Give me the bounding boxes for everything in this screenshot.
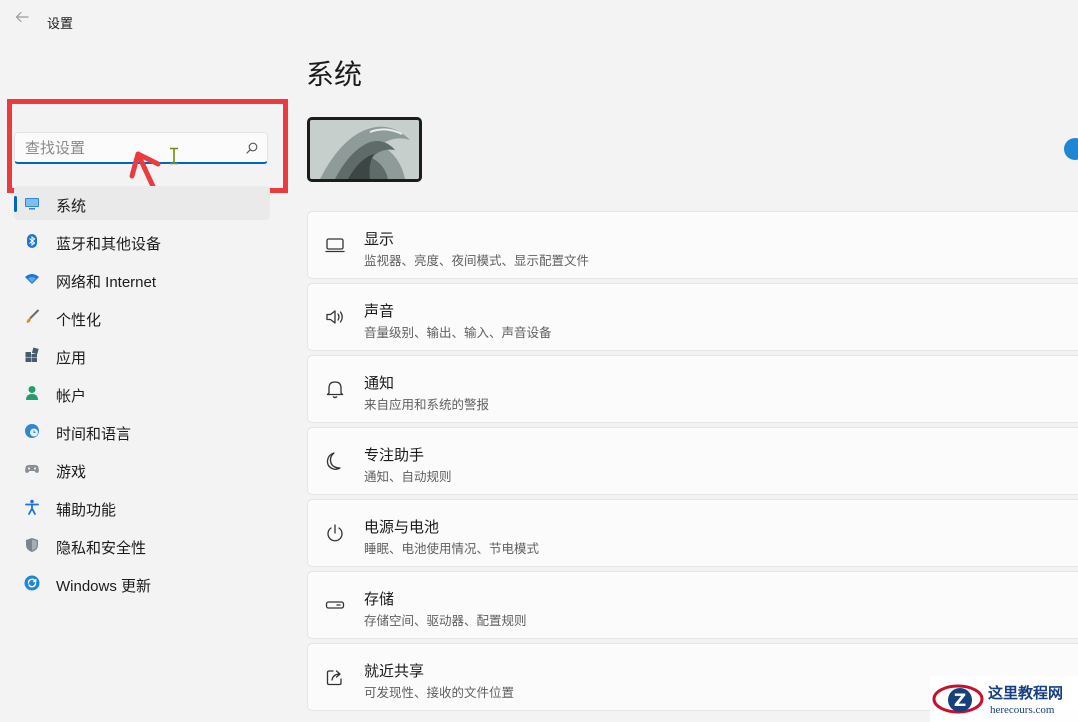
bluetooth-icon <box>27 234 37 248</box>
windows-update-icon <box>24 575 40 591</box>
page-title: 系统 <box>306 59 363 90</box>
shield-icon <box>26 538 38 552</box>
apps-icon <box>25 347 39 362</box>
app-title: 设置 <box>47 16 74 31</box>
moon-icon <box>326 452 341 470</box>
card-description: 监视器、亮度、夜间模式、显示配置文件 <box>364 254 590 268</box>
sidebar-item-windows-update[interactable]: Windows 更新 <box>14 566 270 600</box>
gamepad-icon <box>25 464 39 473</box>
back-arrow-icon[interactable] <box>12 10 32 30</box>
sidebar-item-label: 游戏 <box>56 464 87 481</box>
text-cursor-icon <box>170 147 178 165</box>
sidebar-item-label: 辅助功能 <box>56 502 117 519</box>
title-bar: 设置 <box>0 0 1078 44</box>
settings-card-focus-assist[interactable]: 专注助手 通知、自动规则 <box>307 427 1078 495</box>
sidebar-item-system[interactable]: 系统 <box>14 186 270 220</box>
sidebar-item-label: 应用 <box>56 350 87 367</box>
share-icon <box>326 670 342 686</box>
display-icon <box>325 238 345 253</box>
sidebar-item-privacy-security[interactable]: 隐私和安全性 <box>14 528 270 562</box>
settings-card-display[interactable]: 显示 监视器、亮度、夜间模式、显示配置文件 <box>307 211 1078 279</box>
sidebar-item-label: 系统 <box>56 198 87 215</box>
card-description: 存储空间、驱动器、配置规则 <box>364 614 527 628</box>
card-description: 来自应用和系统的警报 <box>364 398 490 412</box>
card-title: 声音 <box>364 303 395 320</box>
watermark-logo-letter: Z <box>954 691 966 711</box>
sidebar-item-accessibility[interactable]: 辅助功能 <box>14 490 270 524</box>
sidebar-item-label: 帐户 <box>56 388 87 405</box>
site-watermark: Z 这里教程网 herecours.com <box>930 676 1078 722</box>
sidebar-item-time-language[interactable]: 时间和语言 <box>14 414 270 448</box>
card-description: 可发现性、接收的文件位置 <box>364 686 515 700</box>
watermark-logo: Z <box>932 684 984 714</box>
sidebar-item-label: 时间和语言 <box>56 426 132 443</box>
search-icon[interactable] <box>245 141 259 155</box>
power-icon <box>327 524 343 542</box>
settings-card-list: 显示 监视器、亮度、夜间模式、显示配置文件 声音 音量级别、输出、输入、声音设备… <box>307 211 1078 715</box>
card-description: 音量级别、输出、输入、声音设备 <box>364 326 552 340</box>
sidebar-item-accounts[interactable]: 帐户 <box>14 376 270 410</box>
wifi-icon <box>25 274 39 284</box>
account-icon <box>26 386 38 400</box>
watermark-name: 这里教程网 <box>988 684 1064 702</box>
card-title: 显示 <box>364 231 395 248</box>
search-input[interactable] <box>25 137 225 159</box>
settings-card-power-battery[interactable]: 电源与电池 睡眠、电池使用情况、节电模式 <box>307 499 1078 567</box>
sidebar-item-personalization[interactable]: 个性化 <box>14 300 270 334</box>
sidebar-item-label: Windows 更新 <box>56 578 152 595</box>
sidebar-item-bluetooth[interactable]: 蓝牙和其他设备 <box>14 224 270 258</box>
update-status-icon[interactable] <box>1064 138 1078 160</box>
card-title: 存储 <box>364 591 395 608</box>
sidebar-item-label: 蓝牙和其他设备 <box>56 236 162 253</box>
back-arrow-glyph <box>15 11 29 23</box>
sidebar-item-label: 隐私和安全性 <box>56 540 147 557</box>
accessibility-icon <box>25 499 39 515</box>
sidebar-item-gaming[interactable]: 游戏 <box>14 452 270 486</box>
sidebar-item-network[interactable]: 网络和 Internet <box>14 262 270 296</box>
watermark-url: herecours.com <box>990 704 1055 716</box>
card-description: 通知、自动规则 <box>364 470 452 484</box>
sidebar-item-label: 个性化 <box>56 312 102 329</box>
monitor-icon <box>25 198 39 210</box>
settings-card-sound[interactable]: 声音 音量级别、输出、输入、声音设备 <box>307 283 1078 351</box>
wallpaper-bloom-image <box>310 120 419 179</box>
sidebar-item-apps[interactable]: 应用 <box>14 338 270 372</box>
card-title: 专注助手 <box>364 447 425 464</box>
device-wallpaper-thumbnail[interactable] <box>307 117 422 182</box>
bell-icon <box>326 381 344 399</box>
card-title: 电源与电池 <box>364 519 440 536</box>
card-title: 就近共享 <box>364 663 425 680</box>
card-title: 通知 <box>364 375 395 392</box>
card-description: 睡眠、电池使用情况、节电模式 <box>364 542 540 556</box>
speaker-icon <box>326 310 343 324</box>
sidebar-nav: 系统 蓝牙和其他设备 网络和 Internet 个性化 应用 帐户 时间和语言 … <box>14 186 270 604</box>
storage-drive-icon <box>325 601 345 609</box>
sidebar-item-label: 网络和 Internet <box>56 274 157 291</box>
globe-clock-icon <box>25 424 39 438</box>
settings-card-storage[interactable]: 存储 存储空间、驱动器、配置规则 <box>307 571 1078 639</box>
search-box[interactable] <box>14 132 268 164</box>
settings-card-notifications[interactable]: 通知 来自应用和系统的警报 <box>307 355 1078 423</box>
brush-icon <box>26 309 39 323</box>
